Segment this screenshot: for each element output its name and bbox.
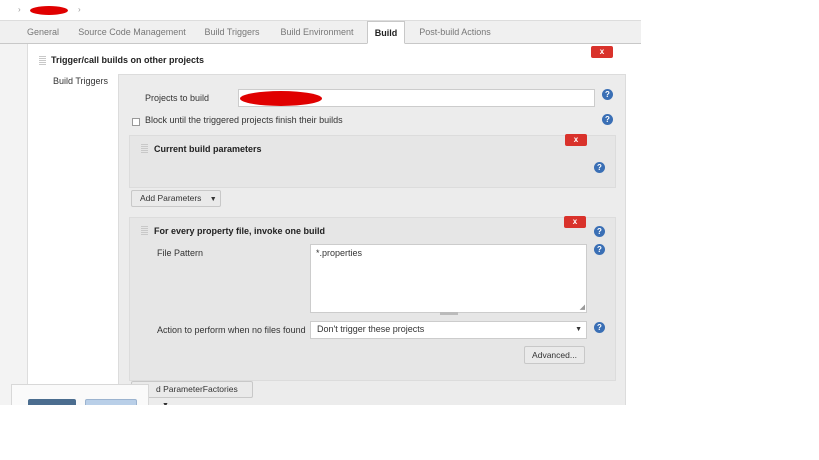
apply-button[interactable] (85, 399, 137, 405)
tab-build[interactable]: Build (367, 21, 405, 44)
dropdown-caret-icon: ▼ (209, 196, 217, 203)
breadcrumb-separator: › (18, 5, 21, 14)
drag-handle-icon[interactable] (141, 226, 148, 236)
redacted-job-name[interactable] (30, 6, 68, 15)
build-step-body: Projects to build ? Block until the trig… (118, 74, 626, 405)
help-icon[interactable]: ? (594, 322, 605, 333)
help-icon[interactable]: ? (594, 162, 605, 173)
tab-build-environment[interactable]: Build Environment (279, 21, 355, 44)
resize-corner-icon[interactable]: ◢ (580, 304, 585, 311)
add-parameters-label: Add Parameters (140, 193, 202, 203)
file-pattern-textarea[interactable]: *.properties ◢ (310, 244, 587, 315)
jenkins-config-page: › › General Source Code Management Build… (0, 0, 641, 405)
projects-to-build-input[interactable] (238, 89, 595, 107)
redacted-project-names (240, 91, 322, 106)
file-pattern-label: File Pattern (157, 248, 204, 258)
textarea-resize-grip-icon[interactable] (440, 312, 458, 315)
projects-to-build-label: Projects to build (145, 93, 210, 103)
help-icon[interactable]: ? (602, 114, 613, 125)
advanced-button[interactable]: Advanced... (524, 346, 585, 364)
delete-parameter-button[interactable]: x (564, 216, 586, 228)
no-files-action-value: Don't trigger these projects (317, 324, 425, 334)
select-arrow-icon: ▼ (575, 326, 582, 333)
add-parameter-factories-label: d ParameterFactories (156, 384, 238, 394)
current-build-parameters-title: Current build parameters (154, 144, 262, 154)
no-files-action-label: Action to perform when no files found (157, 325, 306, 335)
build-step-title: Trigger/call builds on other projects (51, 55, 205, 65)
property-file-title: For every property file, invoke one buil… (154, 226, 326, 236)
help-icon[interactable]: ? (594, 226, 605, 237)
block-until-finish-checkbox[interactable] (132, 118, 140, 126)
tab-build-triggers[interactable]: Build Triggers (202, 21, 262, 44)
current-build-parameters-panel: Current build parameters x ? (129, 134, 616, 188)
drag-handle-icon[interactable] (39, 56, 46, 66)
help-icon[interactable]: ? (594, 244, 605, 255)
sidebar-label: Build Triggers (53, 76, 109, 86)
delete-step-button[interactable]: x (591, 46, 613, 58)
tab-general[interactable]: General (26, 21, 60, 44)
add-parameters-button[interactable]: Add Parameters ▼ (131, 190, 221, 207)
tab-source-code-management[interactable]: Source Code Management (77, 21, 187, 44)
block-until-finish-label: Block until the triggered projects finis… (145, 115, 343, 125)
tab-post-build-actions[interactable]: Post-build Actions (416, 21, 494, 44)
breadcrumb-bar: › › (0, 0, 641, 21)
property-file-panel: For every property file, invoke one buil… (129, 216, 616, 381)
build-section: Trigger/call builds on other projects x … (27, 44, 641, 405)
floating-action-bar (11, 384, 149, 405)
config-tab-bar: General Source Code Management Build Tri… (0, 21, 641, 44)
no-files-action-select[interactable]: Don't trigger these projects ▼ (310, 321, 587, 339)
breadcrumb-separator: › (78, 5, 81, 14)
save-button[interactable] (28, 399, 76, 405)
file-pattern-value: *.properties (316, 248, 363, 258)
help-icon[interactable]: ? (602, 89, 613, 100)
drag-handle-icon[interactable] (141, 144, 148, 154)
add-parameter-factories-button[interactable]: d ParameterFactories ▼ (131, 381, 253, 405)
dropdown-caret-icon: ▼ (162, 402, 169, 405)
delete-parameter-button[interactable]: x (565, 134, 587, 146)
